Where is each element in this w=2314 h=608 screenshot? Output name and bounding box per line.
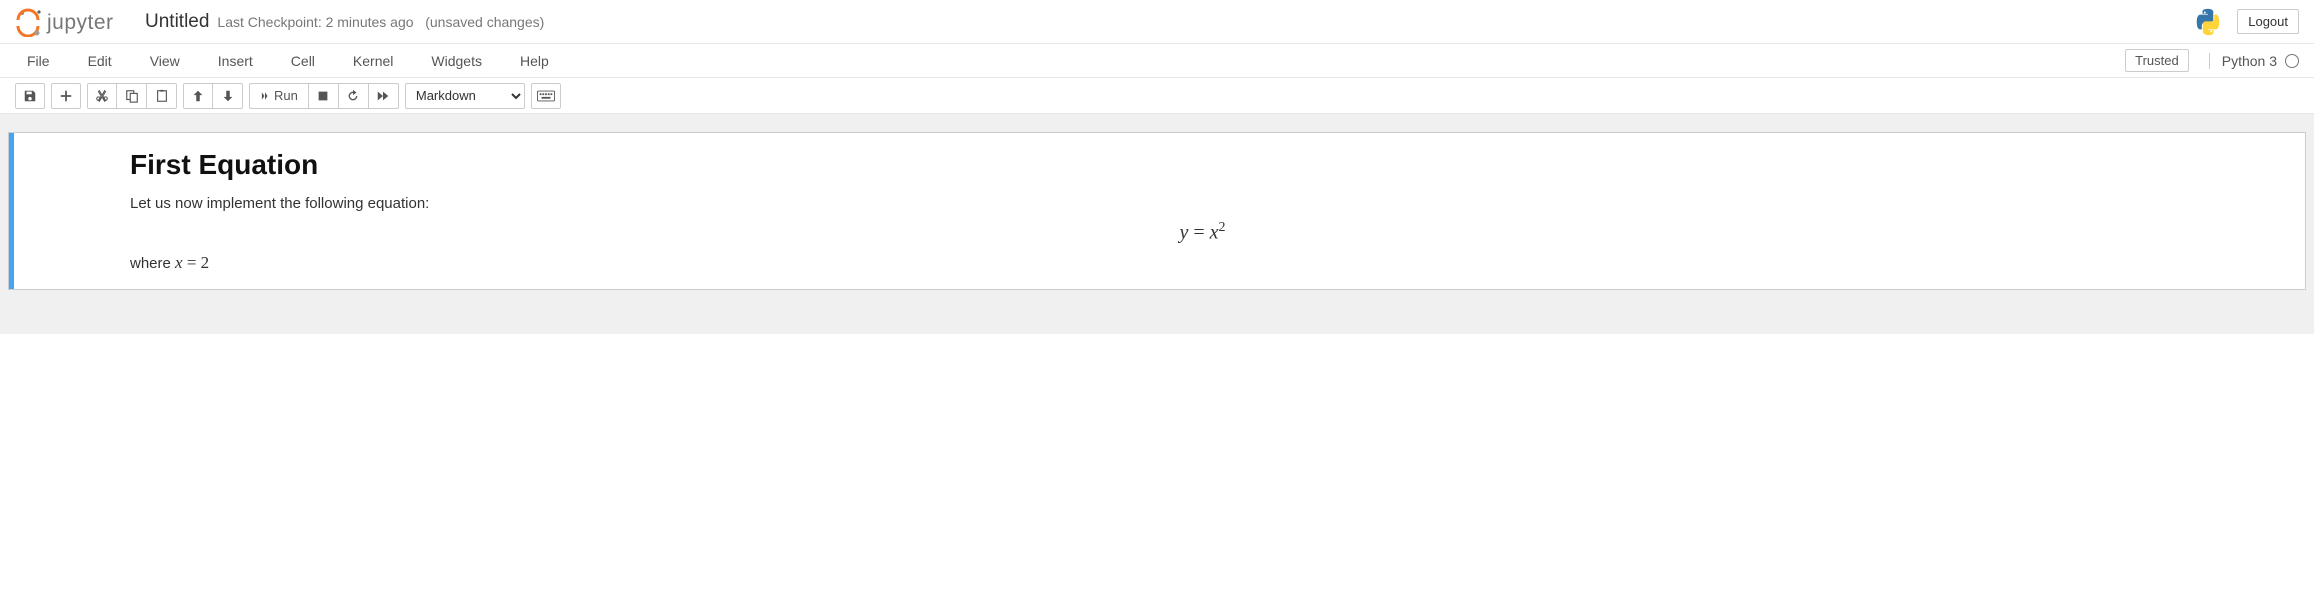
markdown-cell[interactable]: First Equation Let us now implement the … [9,133,2305,289]
python-logo-icon [2193,7,2223,37]
header-bar: jupyter Untitled Last Checkpoint: 2 minu… [0,0,2314,44]
run-button[interactable]: Run [249,83,309,109]
where-eq: = [183,253,201,272]
kernel-name[interactable]: Python 3 [2209,53,2299,69]
menu-kernel[interactable]: Kernel [341,47,405,75]
eq-rhs-exp: 2 [1219,220,1226,235]
checkpoint-time: 2 minutes ago [326,14,414,30]
keyboard-icon [537,89,555,103]
checkpoint-prefix: Last Checkpoint: [217,14,325,30]
paste-icon [155,89,169,103]
cut-button[interactable] [87,83,117,109]
plus-icon [59,89,73,103]
save-button[interactable] [15,83,45,109]
where-var: x [175,253,183,272]
unsaved-label: (unsaved changes) [425,14,544,30]
equation-display: y = x2 [130,220,2275,245]
trusted-indicator[interactable]: Trusted [2125,49,2189,72]
notebook-area: First Equation Let us now implement the … [0,114,2314,334]
run-label: Run [274,88,298,103]
copy-icon [125,89,139,103]
run-all-button[interactable] [369,83,399,109]
menu-file[interactable]: File [15,47,62,75]
eq-sign: = [1188,222,1209,244]
kernel-status-icon [2285,54,2299,68]
run-icon [260,91,270,101]
where-clause: where x = 2 [130,253,2275,273]
jupyter-logo[interactable]: jupyter [15,7,133,37]
cell-content: First Equation Let us now implement the … [120,143,2295,279]
stop-icon [316,89,330,103]
prompt-area [20,143,120,279]
move-down-button[interactable] [213,83,243,109]
svg-text:jupyter: jupyter [46,11,114,34]
cell-heading: First Equation [130,149,2275,181]
notebook-container: First Equation Let us now implement the … [8,132,2306,290]
restart-button[interactable] [339,83,369,109]
arrow-down-icon [221,89,235,103]
toolbar: Run Markdown [0,78,2314,114]
menu-widgets[interactable]: Widgets [419,47,494,75]
logout-button[interactable]: Logout [2237,9,2299,34]
menu-help[interactable]: Help [508,47,561,75]
notebook-name[interactable]: Untitled [145,11,209,33]
arrow-up-icon [191,89,205,103]
restart-icon [346,89,360,103]
scissors-icon [95,89,109,103]
paste-button[interactable] [147,83,177,109]
where-val: 2 [201,253,210,272]
copy-button[interactable] [117,83,147,109]
menu-cell[interactable]: Cell [279,47,327,75]
menu-bar: File Edit View Insert Cell Kernel Widget… [0,44,2314,78]
add-cell-button[interactable] [51,83,81,109]
eq-rhs-base: x [1210,222,1219,244]
cell-type-select[interactable]: Markdown [405,83,525,109]
menu-insert[interactable]: Insert [206,47,265,75]
move-up-button[interactable] [183,83,213,109]
stop-button[interactable] [309,83,339,109]
menu-view[interactable]: View [138,47,192,75]
cell-intro: Let us now implement the following equat… [130,195,2275,212]
checkpoint-status: Last Checkpoint: 2 minutes ago (unsaved … [217,14,544,30]
fast-forward-icon [376,89,390,103]
menu-edit[interactable]: Edit [76,47,124,75]
kernel-label: Python 3 [2222,53,2277,69]
save-icon [23,89,37,103]
where-prefix: where [130,255,175,272]
command-palette-button[interactable] [531,83,561,109]
